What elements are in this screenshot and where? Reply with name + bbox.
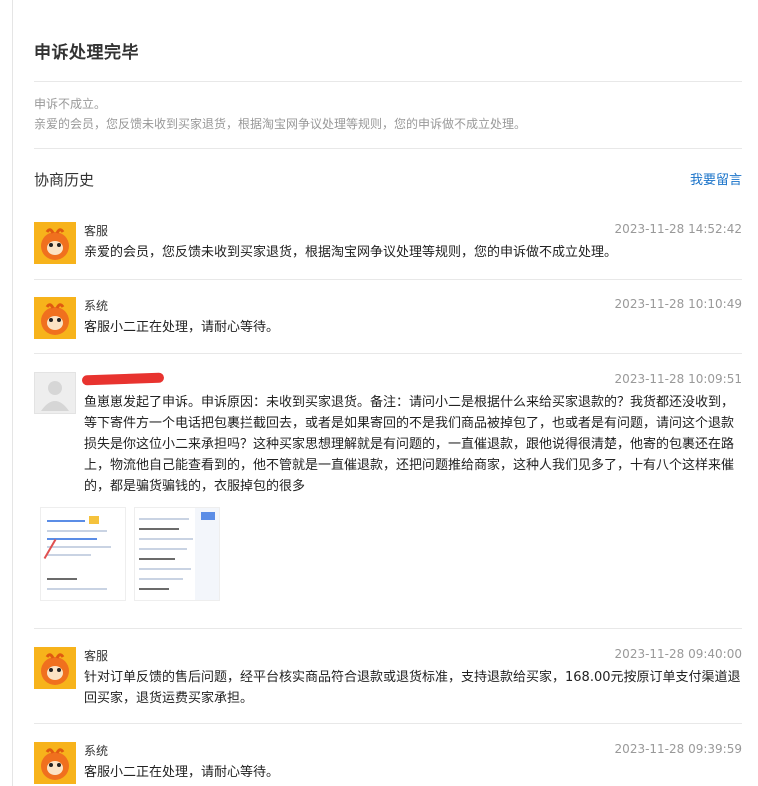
taobao-mascot-icon <box>34 297 76 339</box>
entry-author: 系统 <box>84 299 109 313</box>
taobao-mascot-icon <box>34 647 76 689</box>
chat-screenshot-thumbnail[interactable] <box>40 507 126 601</box>
entry-time: 2023-11-28 10:09:51 <box>614 372 742 386</box>
result-detail: 申诉不成立。 亲爱的会员，您反馈未收到买家退货，根据淘宝网争议处理等规则，您的申… <box>34 94 526 134</box>
divider <box>34 148 742 149</box>
history-entry: 2023-11-28 10:09:51 鱼崽崽发起了申诉。申诉原因：未收到买家退… <box>34 372 742 497</box>
history-title: 协商历史 <box>34 171 95 189</box>
result-status: 申诉不成立。 <box>34 97 107 111</box>
entry-time: 2023-11-28 14:52:42 <box>614 222 742 236</box>
entry-author: 系统 <box>84 744 109 758</box>
redacted-author-name <box>81 372 165 386</box>
left-border <box>12 0 13 786</box>
entry-author: 客服 <box>84 224 109 238</box>
divider <box>34 723 742 724</box>
entry-time: 2023-11-28 10:10:49 <box>614 297 742 311</box>
result-description: 亲爱的会员，您反馈未收到买家退货，根据淘宝网争议处理等规则，您的申诉做不成立处理… <box>34 117 527 131</box>
divider <box>34 353 742 354</box>
taobao-mascot-icon <box>34 742 76 784</box>
history-entry: 系统 2023-11-28 10:10:49 客服小二正在处理，请耐心等待。 <box>34 297 742 347</box>
entry-time: 2023-11-28 09:40:00 <box>614 647 742 661</box>
entry-message: 鱼崽崽发起了申诉。申诉原因：未收到买家退货。备注：请问小二是根据什么来给买家退款… <box>84 395 735 494</box>
history-entry: 客服 2023-11-28 09:40:00 针对订单反馈的售后问题，经平台核实… <box>34 647 742 717</box>
entry-message: 针对订单反馈的售后问题，经平台核实商品符合退款或退货标准，支持退款给买家，168… <box>84 670 741 706</box>
divider <box>34 81 742 82</box>
default-user-icon <box>34 372 76 414</box>
order-screenshot-thumbnail[interactable] <box>134 507 220 601</box>
taobao-mascot-icon <box>34 222 76 264</box>
entry-message: 客服小二正在处理，请耐心等待。 <box>84 320 280 335</box>
history-entry: 系统 2023-11-28 09:39:59 客服小二正在处理，请耐心等待。 <box>34 742 742 786</box>
entry-message: 亲爱的会员，您反馈未收到买家退货，根据淘宝网争议处理等规则，您的申诉做不成立处理… <box>84 245 618 260</box>
divider <box>34 628 742 629</box>
entry-message: 客服小二正在处理，请耐心等待。 <box>84 765 280 780</box>
entry-time: 2023-11-28 09:39:59 <box>614 742 742 756</box>
history-entry: 客服 2023-11-28 14:52:42 亲爱的会员，您反馈未收到买家退货，… <box>34 222 742 272</box>
divider <box>34 279 742 280</box>
result-title: 申诉处理完毕 <box>34 43 139 63</box>
entry-author: 客服 <box>84 649 109 663</box>
leave-message-link[interactable]: 我要留言 <box>690 169 742 188</box>
